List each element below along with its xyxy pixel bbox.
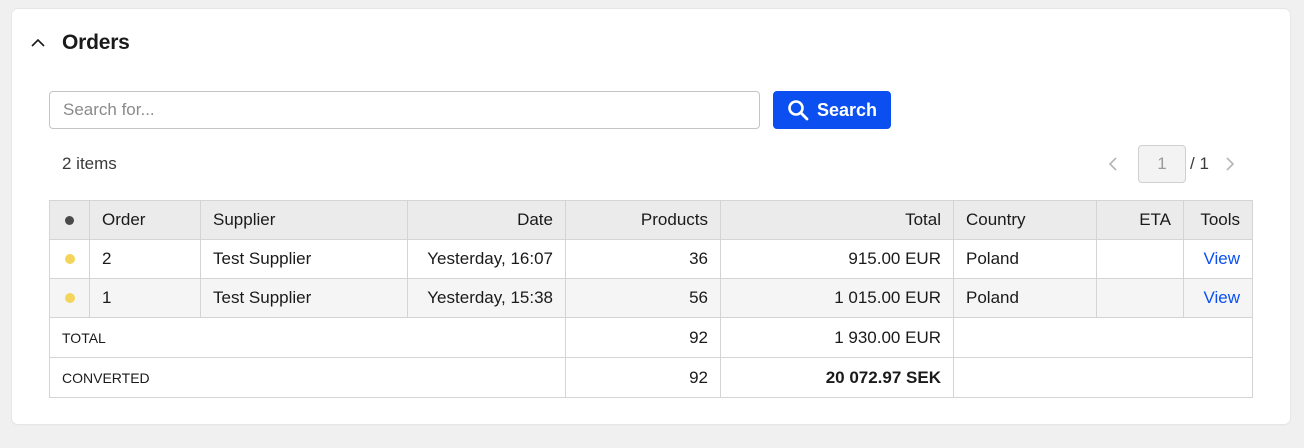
orders-table: Order Supplier Date Products Total Count… xyxy=(49,200,1253,398)
cell-supplier: Test Supplier xyxy=(200,239,408,279)
converted-amount: 20 072.97 SEK xyxy=(720,357,954,398)
cell-total: 1 015.00 EUR xyxy=(720,278,954,318)
column-header-products[interactable]: Products xyxy=(565,200,721,240)
search-button-label: Search xyxy=(816,99,878,120)
cell-tools: View xyxy=(1183,239,1253,279)
column-header-country[interactable]: Country xyxy=(953,200,1097,240)
page-number-input[interactable] xyxy=(1138,145,1186,183)
total-empty-cell xyxy=(953,317,1253,358)
orders-panel: Orders Search 2 items / 1 Order Supplier xyxy=(12,9,1290,424)
row-status xyxy=(49,239,90,279)
panel-title: Orders xyxy=(62,31,130,54)
cell-eta xyxy=(1096,239,1184,279)
total-label: TOTAL xyxy=(49,317,566,358)
total-amount: 1 930.00 EUR xyxy=(720,317,954,358)
column-header-status[interactable] xyxy=(49,200,90,240)
search-button[interactable]: Search xyxy=(773,91,891,129)
row-status xyxy=(49,278,90,318)
status-dot-icon xyxy=(64,254,75,264)
chevron-up-icon[interactable] xyxy=(29,34,47,52)
cell-date: Yesterday, 15:38 xyxy=(407,278,566,318)
cell-products: 56 xyxy=(565,278,721,318)
cell-country: Poland xyxy=(953,278,1097,318)
column-header-date[interactable]: Date xyxy=(407,200,566,240)
cell-total: 915.00 EUR xyxy=(720,239,954,279)
cell-date: Yesterday, 16:07 xyxy=(407,239,566,279)
column-header-tools: Tools xyxy=(1183,200,1253,240)
column-header-total[interactable]: Total xyxy=(720,200,954,240)
column-header-eta[interactable]: ETA xyxy=(1096,200,1184,240)
page-total: / 1 xyxy=(1190,154,1209,173)
table-row[interactable]: 1 Test Supplier Yesterday, 15:38 56 1 01… xyxy=(49,278,1253,318)
total-row: TOTAL 92 1 930.00 EUR xyxy=(49,317,1253,358)
status-dot-icon xyxy=(64,293,75,303)
cell-products: 36 xyxy=(565,239,721,279)
cell-eta xyxy=(1096,278,1184,318)
cell-supplier: Test Supplier xyxy=(200,278,408,318)
search-icon xyxy=(787,99,809,121)
items-count: 2 items xyxy=(62,154,117,173)
table-header-row: Order Supplier Date Products Total Count… xyxy=(49,200,1253,240)
table-row[interactable]: 2 Test Supplier Yesterday, 16:07 36 915.… xyxy=(49,239,1253,279)
view-order-link[interactable]: View xyxy=(1203,249,1240,268)
status-dot-icon xyxy=(65,216,74,225)
converted-row: CONVERTED 92 20 072.97 SEK xyxy=(49,357,1253,398)
converted-empty-cell xyxy=(953,357,1253,398)
cell-order: 2 xyxy=(89,239,201,279)
chevron-left-icon[interactable] xyxy=(1105,155,1123,173)
column-header-order[interactable]: Order xyxy=(89,200,201,240)
cell-order: 1 xyxy=(89,278,201,318)
pagination: / 1 xyxy=(1105,145,1238,183)
view-order-link[interactable]: View xyxy=(1203,288,1240,307)
converted-products: 92 xyxy=(565,357,721,398)
chevron-right-icon[interactable] xyxy=(1220,155,1238,173)
search-input[interactable] xyxy=(49,91,760,129)
panel-header[interactable]: Orders xyxy=(29,29,130,57)
total-products: 92 xyxy=(565,317,721,358)
converted-label: CONVERTED xyxy=(49,357,566,398)
column-header-supplier[interactable]: Supplier xyxy=(200,200,408,240)
cell-tools: View xyxy=(1183,278,1253,318)
cell-country: Poland xyxy=(953,239,1097,279)
